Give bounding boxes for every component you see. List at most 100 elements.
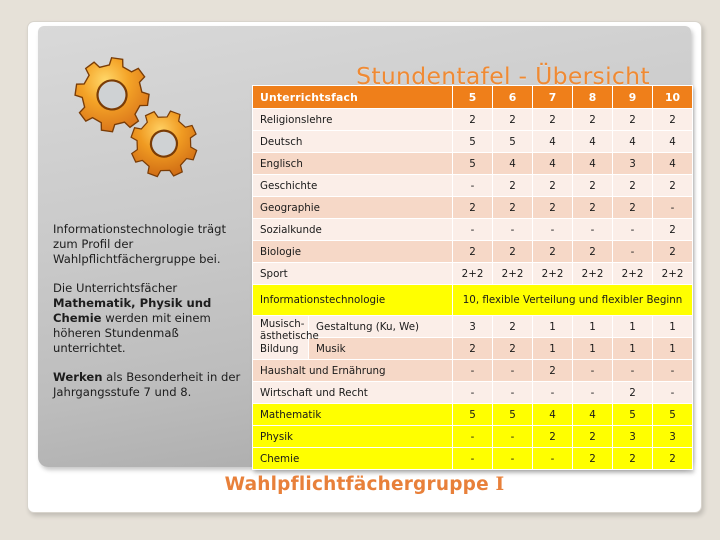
cell-grade-10: -: [652, 381, 694, 404]
row-subject: Haushalt und Ernährung: [251, 359, 454, 382]
desc3-bold: Werken: [53, 369, 103, 384]
cell-grade-7: 2: [532, 425, 574, 448]
cell-grade-7: 1: [532, 315, 574, 338]
cell-grade-10: 2: [652, 108, 694, 131]
column-header-grade-6: 6: [492, 85, 534, 109]
cell-grade-9: -: [612, 240, 654, 263]
cell-grade-6: -: [492, 447, 534, 470]
cell-grade-9: 3: [612, 152, 654, 175]
cell-grade-7: 2: [532, 108, 574, 131]
cell-grade-7: 4: [532, 130, 574, 153]
stundentafel-table-wrapper: Unterrichtsfach 5 6 7 8 9 10 Religionsle…: [251, 85, 694, 470]
cell-grade-8: 4: [572, 152, 614, 175]
cell-grade-10: -: [652, 196, 694, 219]
cell-grade-6: 2+2: [492, 262, 534, 285]
column-header-grade-8: 8: [572, 85, 614, 109]
row-subject: Chemie: [251, 447, 454, 470]
table-row-physik: Physik - - 2 2 3 3: [251, 425, 694, 448]
footer-title: Wahlpflichtfächergruppe I: [28, 474, 701, 495]
cell-grade-8: 1: [572, 337, 614, 360]
cell-grade-8: 2: [572, 108, 614, 131]
cell-grade-9: 4: [612, 130, 654, 153]
table-row: Englisch 5 4 4 4 3 4: [251, 152, 694, 175]
column-header-grade-5: 5: [452, 85, 494, 109]
row-subject: Musik: [307, 337, 454, 360]
cell-grade-10: 2: [652, 218, 694, 241]
table-row: Sport 2+2 2+2 2+2 2+2 2+2 2+2: [251, 262, 694, 285]
row-subject: Religionslehre: [251, 108, 454, 131]
cell-grade-5: -: [452, 381, 494, 404]
row-subject: Mathematik: [251, 403, 454, 426]
cell-grade-8: 4: [572, 403, 614, 426]
cell-grade-6: -: [492, 425, 534, 448]
cell-grade-9: 2+2: [612, 262, 654, 285]
table-row-informationstechnologie: Informationstechnologie 10, flexible Ver…: [251, 284, 694, 316]
table-row: Haushalt und Ernährung - - 2 - - -: [251, 359, 694, 382]
cell-grade-7: 2: [532, 196, 574, 219]
cell-grade-5: -: [452, 425, 494, 448]
row-subject: Geographie: [251, 196, 454, 219]
cell-grade-9: -: [612, 359, 654, 382]
cell-grade-5: 2: [452, 108, 494, 131]
cell-grade-6: 5: [492, 403, 534, 426]
cell-grade-6: 2: [492, 315, 534, 338]
row-subject: Sozialkunde: [251, 218, 454, 241]
cell-grade-5: -: [452, 218, 494, 241]
cell-grade-9: 2: [612, 108, 654, 131]
cell-grade-7: 4: [532, 403, 574, 426]
cell-grade-5: 5: [452, 130, 494, 153]
cell-grade-5: -: [452, 447, 494, 470]
cell-grade-6: -: [492, 381, 534, 404]
row-subject: Deutsch: [251, 130, 454, 153]
cell-grade-8: -: [572, 381, 614, 404]
cell-grade-8: 2: [572, 196, 614, 219]
cell-grade-5: -: [452, 359, 494, 382]
cell-grade-10: 4: [652, 130, 694, 153]
cell-grade-7: -: [532, 381, 574, 404]
table-row-mathematik: Mathematik 5 5 4 4 5 5: [251, 403, 694, 426]
cell-grade-8: 2+2: [572, 262, 614, 285]
cell-grade-5: 2: [452, 240, 494, 263]
cell-grade-10: 5: [652, 403, 694, 426]
it-note: 10, flexible Verteilung und flexibler Be…: [452, 284, 694, 316]
cell-grade-8: 2: [572, 447, 614, 470]
cell-grade-6: -: [492, 359, 534, 382]
row-subject: Englisch: [251, 152, 454, 175]
row-subject-informationstechnologie: Informationstechnologie: [251, 284, 454, 316]
column-header-grade-7: 7: [532, 85, 574, 109]
cell-grade-9: 2: [612, 381, 654, 404]
footer-label: Wahlpflichtfächergruppe: [224, 474, 489, 495]
cell-grade-8: 2: [572, 425, 614, 448]
column-header-grade-10: 10: [652, 85, 694, 109]
cell-grade-5: 5: [452, 152, 494, 175]
slide-canvas: Stundentafel - Übersicht Informationstec…: [27, 21, 702, 513]
cell-grade-10: 2+2: [652, 262, 694, 285]
table-body: Religionslehre 2 2 2 2 2 2 Deutsch 5 5 4…: [251, 108, 694, 470]
cell-grade-5: 2+2: [452, 262, 494, 285]
cell-grade-10: 3: [652, 425, 694, 448]
cell-grade-6: 2: [492, 196, 534, 219]
cell-grade-7: -: [532, 218, 574, 241]
cell-grade-10: 1: [652, 315, 694, 338]
cell-grade-9: -: [612, 218, 654, 241]
cell-grade-8: 4: [572, 130, 614, 153]
table-row: Geographie 2 2 2 2 2 -: [251, 196, 694, 219]
cell-grade-8: 2: [572, 240, 614, 263]
cell-grade-6: 2: [492, 240, 534, 263]
stundentafel-table: Unterrichtsfach 5 6 7 8 9 10 Religionsle…: [251, 85, 694, 470]
cell-grade-5: 2: [452, 196, 494, 219]
row-subject: Geschichte: [251, 174, 454, 197]
cell-grade-6: 5: [492, 130, 534, 153]
table-row: Musisch-ästhetische Bildung Gestaltung (…: [252, 315, 694, 360]
cell-grade-6: 2: [492, 337, 534, 360]
cell-grade-5: 3: [452, 315, 494, 338]
cell-grade-8: 2: [572, 174, 614, 197]
table-header-row: Unterrichtsfach 5 6 7 8 9 10: [251, 85, 694, 109]
table-row: Religionslehre 2 2 2 2 2 2: [251, 108, 694, 131]
cell-grade-7: 2: [532, 240, 574, 263]
cell-grade-9: 1: [612, 337, 654, 360]
cell-grade-6: -: [492, 218, 534, 241]
cell-grade-9: 2: [612, 174, 654, 197]
cell-grade-7: 2: [532, 174, 574, 197]
footer-roman-numeral: I: [495, 474, 505, 495]
